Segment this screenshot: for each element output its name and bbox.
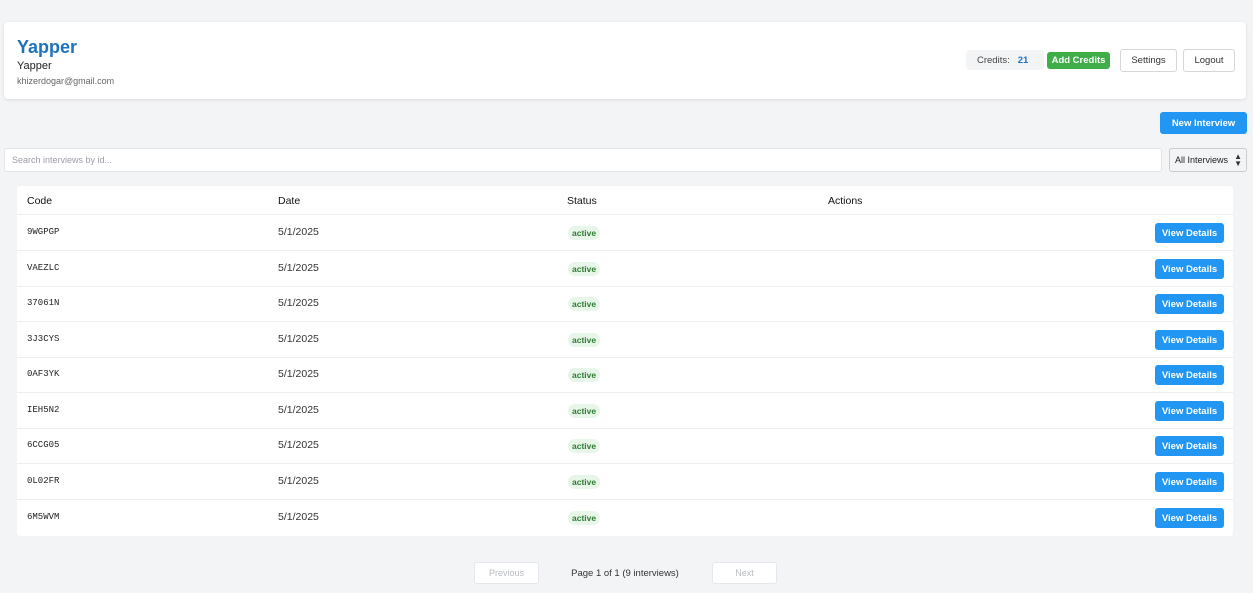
interviews-table: Code Date Status Actions 9WGPGP 5/1/2025… (17, 186, 1233, 536)
view-details-button[interactable]: View Details (1155, 259, 1224, 279)
app-subtitle: Yapper (17, 60, 52, 72)
table-row: VAEZLC 5/1/2025 active View Details (17, 251, 1233, 287)
interview-code: 9WGPGP (27, 227, 60, 237)
settings-button[interactable]: Settings (1120, 49, 1177, 72)
add-credits-button[interactable]: Add Credits (1047, 52, 1110, 69)
new-interview-button[interactable]: New Interview (1160, 112, 1247, 134)
interview-date: 5/1/2025 (278, 297, 319, 309)
status-badge: active (568, 475, 601, 489)
interview-code: 3J3CYS (27, 334, 60, 344)
interview-code: IEH5N2 (27, 405, 60, 415)
table-row: 6CCG05 5/1/2025 active View Details (17, 428, 1233, 464)
table-row: 37061N 5/1/2025 active View Details (17, 286, 1233, 322)
view-details-button[interactable]: View Details (1155, 330, 1224, 350)
table-row: 3J3CYS 5/1/2025 active View Details (17, 322, 1233, 358)
view-details-button[interactable]: View Details (1155, 508, 1224, 528)
column-header-code: Code (27, 195, 53, 207)
table-row: 6M5WVM 5/1/2025 active View Details (17, 500, 1233, 536)
interview-date: 5/1/2025 (278, 475, 319, 487)
status-badge: active (568, 333, 601, 347)
status-badge: active (568, 439, 601, 453)
previous-page-button[interactable]: Previous (474, 562, 539, 584)
view-details-button[interactable]: View Details (1155, 436, 1224, 456)
interview-code: VAEZLC (27, 263, 60, 273)
table-row: 0L02FR 5/1/2025 active View Details (17, 464, 1233, 500)
table-header: Code Date Status Actions (17, 186, 1233, 215)
view-details-button[interactable]: View Details (1155, 294, 1224, 314)
view-details-button[interactable]: View Details (1155, 472, 1224, 492)
interview-code: 6CCG05 (27, 440, 60, 450)
credits-label: Credits: (977, 54, 1010, 66)
status-badge: active (568, 226, 601, 240)
credits-badge: Credits: 21 (966, 50, 1044, 70)
interview-date: 5/1/2025 (278, 262, 319, 274)
app-title: Yapper (17, 37, 78, 57)
interview-code: 0AF3YK (27, 369, 60, 379)
column-header-status: Status (567, 195, 597, 207)
status-badge: active (568, 297, 601, 311)
interview-filter-select[interactable]: All Interviews ▲ ▼ (1169, 148, 1247, 172)
view-details-button[interactable]: View Details (1155, 401, 1224, 421)
interview-code: 6M5WVM (27, 512, 60, 522)
user-email: khizerdogar@gmail.com (17, 76, 115, 86)
interview-code: 37061N (27, 298, 60, 308)
interview-date: 5/1/2025 (278, 368, 319, 380)
interview-date: 5/1/2025 (278, 333, 319, 345)
interview-date: 5/1/2025 (278, 439, 319, 451)
credits-value: 21 (1017, 54, 1029, 66)
interview-date: 5/1/2025 (278, 511, 319, 523)
status-badge: active (568, 404, 601, 418)
status-badge: active (568, 511, 601, 525)
table-row: 0AF3YK 5/1/2025 active View Details (17, 357, 1233, 393)
column-header-actions: Actions (828, 195, 863, 207)
interview-code: 0L02FR (27, 476, 60, 486)
table-row: IEH5N2 5/1/2025 active View Details (17, 393, 1233, 429)
select-arrows-icon: ▲ ▼ (1234, 152, 1242, 168)
logout-button[interactable]: Logout (1183, 49, 1235, 72)
view-details-button[interactable]: View Details (1155, 365, 1224, 385)
page-indicator: Page 1 of 1 (9 interviews) (571, 568, 679, 579)
next-page-button[interactable]: Next (712, 562, 777, 584)
table-row: 9WGPGP 5/1/2025 active View Details (17, 215, 1233, 251)
interview-date: 5/1/2025 (278, 226, 319, 238)
filter-selected-value: All Interviews (1175, 155, 1229, 165)
view-details-button[interactable]: View Details (1155, 223, 1224, 243)
status-badge: active (568, 262, 601, 276)
interview-date: 5/1/2025 (278, 404, 319, 416)
search-input[interactable] (4, 148, 1162, 172)
column-header-date: Date (278, 195, 301, 207)
status-badge: active (568, 368, 601, 382)
header-card: Yapper Yapper khizerdogar@gmail.com Cred… (4, 22, 1246, 99)
